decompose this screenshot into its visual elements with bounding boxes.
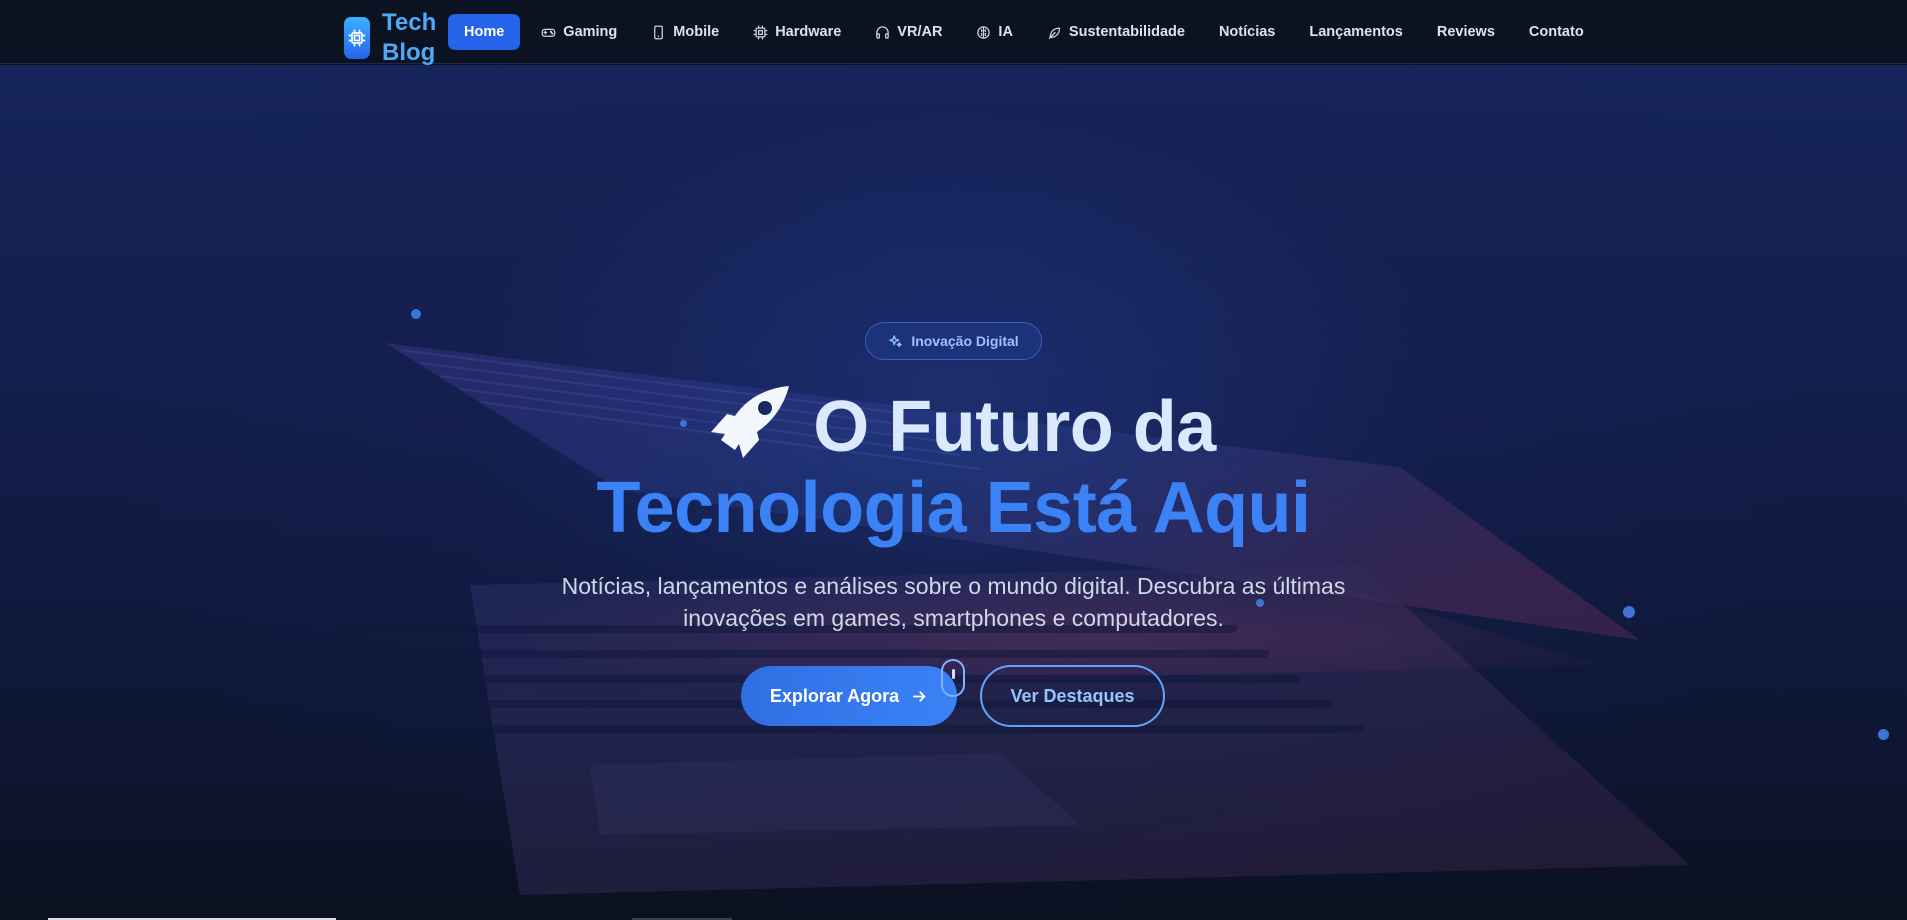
- mouse-scroll-icon: [941, 659, 965, 697]
- nav-item-label: IA: [998, 24, 1013, 40]
- explore-now-label: Explorar Agora: [769, 685, 900, 706]
- nav-item-hardware[interactable]: Hardware: [736, 14, 858, 50]
- smartphone-icon: [654, 25, 664, 39]
- gamepad-icon: [541, 28, 556, 37]
- main-nav: Home Gaming Mobile Hardware VR/AR IA Sus…: [448, 14, 1601, 50]
- hero-title-line2: Tecnologia Está Aqui: [596, 468, 1311, 548]
- brand-name-line2: Blog: [382, 39, 436, 66]
- brand-name-line1: Tech: [382, 9, 437, 36]
- nav-item-contato[interactable]: Contato: [1512, 14, 1601, 50]
- nav-item-label: Gaming: [563, 24, 618, 40]
- view-highlights-label: Ver Destaques: [1010, 685, 1135, 706]
- brand-logo-link[interactable]: Tech Blog: [344, 8, 436, 68]
- headphones-icon: [876, 25, 890, 39]
- nav-item-label: Sustentabilidade: [1068, 24, 1185, 40]
- rocket-icon: [711, 386, 790, 458]
- hero-section: Inovação Digital O Futuro da Tecnologia …: [0, 65, 1907, 920]
- view-highlights-button[interactable]: Ver Destaques: [980, 665, 1165, 727]
- leaf-icon: [1048, 26, 1061, 39]
- nav-item-sustentabilidade[interactable]: Sustentabilidade: [1030, 14, 1202, 50]
- cpu-icon: [753, 25, 768, 39]
- decorative-dot: [411, 309, 421, 319]
- nav-item-reviews[interactable]: Reviews: [1420, 14, 1512, 50]
- cpu-chip-icon: [344, 17, 370, 59]
- top-navbar: Tech Blog Home Gaming Mobile Hardware VR…: [0, 0, 1907, 66]
- sparkles-icon: [889, 334, 903, 347]
- decorative-dot: [1878, 729, 1889, 740]
- nav-item-gaming[interactable]: Gaming: [524, 14, 634, 50]
- nav-item-label: Lançamentos: [1309, 24, 1403, 40]
- nav-item-label: VR/AR: [897, 24, 943, 40]
- explore-now-button[interactable]: Explorar Agora: [741, 666, 957, 726]
- hero-title-line1: O Futuro da: [0, 386, 1907, 467]
- nav-item-noticias[interactable]: Notícias: [1202, 14, 1292, 50]
- nav-item-label: Mobile: [673, 24, 720, 40]
- nav-item-label: Contato: [1528, 24, 1584, 40]
- nav-item-lancamentos[interactable]: Lançamentos: [1292, 14, 1419, 50]
- decorative-dot: [1623, 606, 1635, 618]
- nav-item-vr-ar[interactable]: VR/AR: [858, 14, 959, 50]
- nav-item-label: Reviews: [1436, 24, 1495, 40]
- hero-badge: Inovação Digital: [865, 322, 1042, 360]
- brain-icon: [977, 25, 991, 39]
- nav-item-label: Home: [464, 24, 505, 40]
- nav-item-home[interactable]: Home: [448, 14, 521, 50]
- nav-item-label: Notícias: [1218, 24, 1276, 40]
- hero-title-text-line1: O Futuro da: [813, 387, 1216, 467]
- nav-item-ia[interactable]: IA: [959, 14, 1030, 50]
- brand-name: Tech Blog: [382, 8, 436, 68]
- nav-item-mobile[interactable]: Mobile: [634, 14, 736, 50]
- hero-subtitle: Notícias, lançamentos e análises sobre o…: [561, 573, 1346, 631]
- hero-badge-label: Inovação Digital: [911, 333, 1019, 349]
- arrow-right-icon: [913, 690, 926, 702]
- nav-item-label: Hardware: [775, 24, 842, 40]
